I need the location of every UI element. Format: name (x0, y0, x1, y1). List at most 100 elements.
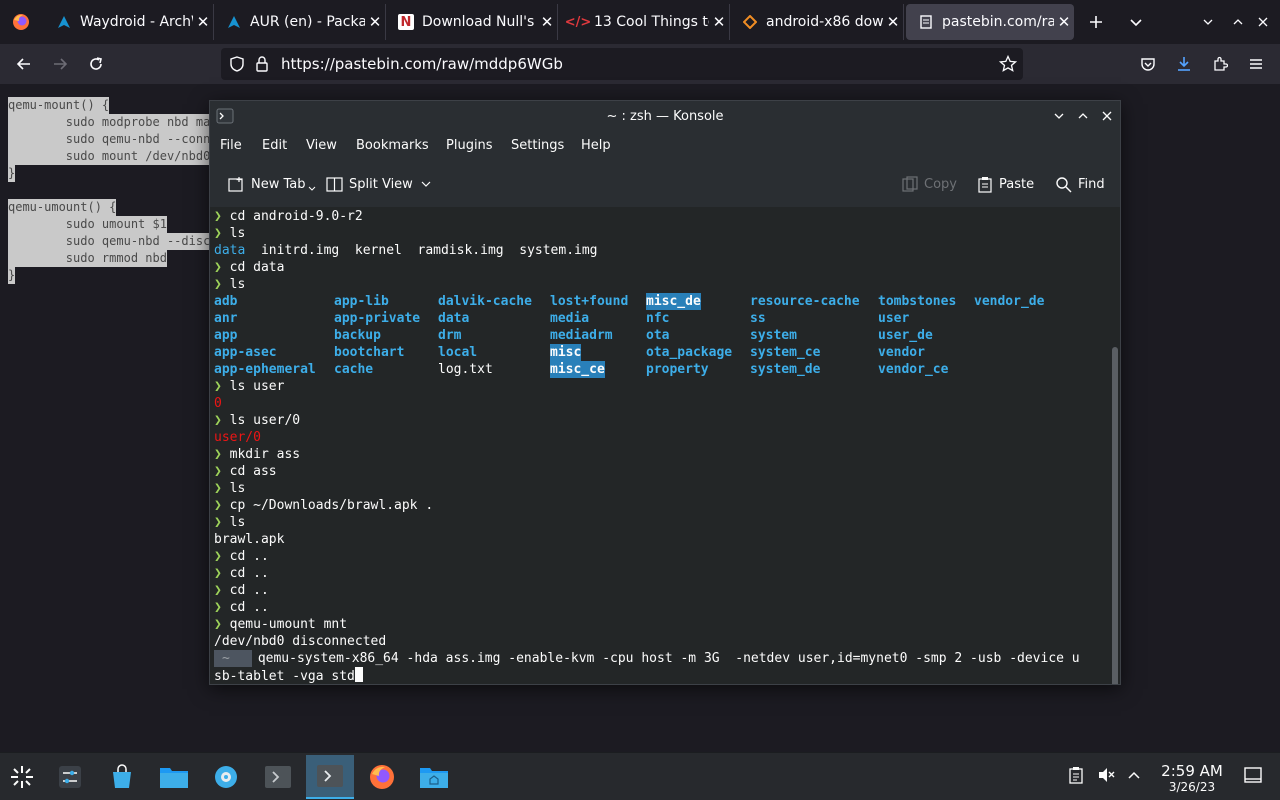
terminal-app-icon[interactable] (216, 107, 234, 129)
browser-tab[interactable]: Waydroid - ArchWi ✕ (44, 4, 214, 40)
browser-tab[interactable]: android-x86 down ✕ (730, 4, 904, 40)
dir-entry: adb (214, 294, 238, 309)
system-settings-icon[interactable] (204, 755, 248, 799)
dir-entry: app-ephemeral (214, 362, 316, 377)
discover-store-icon[interactable] (100, 755, 144, 799)
dir-entry: user (878, 311, 910, 326)
minimize-icon[interactable] (1049, 106, 1069, 126)
menu-bookmarks[interactable]: Bookmarks (356, 131, 429, 161)
pocket-icon[interactable] (1132, 48, 1164, 80)
menu-view[interactable]: View (306, 131, 337, 161)
firefox-view-icon[interactable] (0, 0, 42, 44)
list-all-tabs-icon[interactable] (1118, 4, 1154, 40)
clock-date[interactable]: 3/26/23 (1152, 780, 1232, 794)
new-tab-label: New Tab (251, 176, 306, 192)
browser-tab[interactable]: AUR (en) - Package ✕ (214, 4, 386, 40)
browser-tab[interactable]: N Download Null's B ✕ (386, 4, 558, 40)
command-text: cd data (229, 260, 285, 275)
downloads-icon[interactable] (1168, 48, 1200, 80)
menu-edit[interactable]: Edit (262, 131, 287, 161)
dir-entry: media (550, 311, 590, 326)
firefox-task-icon[interactable] (360, 755, 404, 799)
close-icon[interactable] (1097, 106, 1117, 126)
prompt-dir: ~ (222, 651, 230, 666)
terminal-line: ❯ mkdir ass (214, 446, 300, 463)
bookmark-star-icon[interactable] (998, 54, 1018, 77)
find-button[interactable]: Find (1055, 165, 1105, 203)
terminal-line: ❯ cp ~/Downloads/brawl.apk . (214, 497, 433, 514)
file-manager-icon[interactable] (152, 755, 196, 799)
maximize-icon[interactable] (1073, 106, 1093, 126)
browser-tab[interactable]: </> 13 Cool Things to ✕ (558, 4, 730, 40)
paste-line: sudo umount $1 (8, 216, 167, 233)
show-desktop-icon[interactable] (1241, 763, 1265, 787)
terminal-line: sb-tablet -vga std (214, 667, 363, 684)
split-view-button[interactable]: Split View (326, 165, 437, 203)
output-text: /dev/nbd0 disconnected (214, 634, 387, 649)
terminal-output[interactable]: ❯ cd android-9.0-r2 ❯ ls data initrd.img… (210, 207, 1120, 684)
taskbar (0, 752, 1280, 800)
terminal-line: user/0 (214, 429, 261, 446)
terminal-line: ~ qemu-system-x86_64 -hda ass.img -enable… (214, 650, 1080, 667)
dir-entry: vendor (878, 345, 925, 360)
clock-time[interactable]: 2:59 AM (1152, 762, 1232, 780)
konsole-toolbar: New Tab Split View Copy Paste Find (210, 165, 1120, 203)
terminal-line: ❯ ls user (214, 378, 284, 395)
code-icon: </> (564, 14, 592, 30)
extensions-icon[interactable] (1204, 48, 1236, 80)
clipboard-icon[interactable] (1064, 763, 1088, 787)
command-text: cd android-9.0-r2 (229, 209, 363, 224)
dir-entry: drm (438, 328, 462, 343)
terminal-line: brawl.apk (214, 531, 284, 548)
settings-icon[interactable] (48, 755, 92, 799)
forward-icon[interactable] (44, 48, 76, 80)
arch-icon (226, 14, 242, 30)
konsole-titlebar[interactable]: ~ : zsh — Konsole (210, 101, 1120, 131)
url-bar[interactable]: https://pastebin.com/raw/mddp6WGb (221, 48, 1023, 80)
command-text: sb-tablet -vga std (214, 669, 355, 684)
tracking-protection-shield-icon[interactable] (229, 56, 245, 76)
application-launcher-icon[interactable] (0, 755, 44, 799)
search-icon (1056, 176, 1072, 192)
browser-tab-active[interactable]: pastebin.com/raw ✕ (906, 4, 1074, 40)
close-tab-icon[interactable]: ✕ (537, 13, 557, 31)
konsole-task-icon[interactable] (306, 755, 354, 799)
prompt-arrow: ❯ (214, 260, 222, 275)
dir-entry: vendor_de (974, 294, 1045, 309)
volume-muted-icon[interactable] (1094, 763, 1118, 787)
home-folder-icon[interactable] (412, 755, 456, 799)
paste-button[interactable]: Paste (977, 165, 1034, 203)
close-tab-icon[interactable]: ✕ (1054, 13, 1074, 31)
command-text: cd .. (229, 600, 269, 615)
menu-file[interactable]: File (220, 131, 242, 161)
terminal-line: ❯ cd data (214, 259, 284, 276)
menu-help[interactable]: Help (581, 131, 611, 161)
terminal-line: ❯ ls (214, 514, 245, 531)
command-text: ls user (229, 379, 285, 394)
prompt-arrow: ❯ (214, 464, 222, 479)
close-tab-icon[interactable]: ✕ (365, 13, 385, 31)
dir-entry: app (214, 328, 238, 343)
hamburger-menu-icon[interactable] (1240, 48, 1272, 80)
terminal-task-icon[interactable] (256, 755, 300, 799)
copy-button[interactable]: Copy (902, 165, 957, 203)
close-tab-icon[interactable]: ✕ (883, 13, 903, 31)
new-tab-icon[interactable] (1078, 4, 1114, 40)
close-tab-icon[interactable]: ✕ (709, 13, 729, 31)
konsole-menubar: File Edit View Bookmarks Plugins Setting… (210, 131, 1120, 161)
show-hidden-icons-icon[interactable] (1122, 763, 1146, 787)
back-icon[interactable] (8, 48, 40, 80)
arch-icon (56, 14, 72, 30)
menu-plugins[interactable]: Plugins (446, 131, 493, 161)
scrollbar[interactable] (1112, 347, 1118, 684)
tab-label: android-x86 down (766, 14, 883, 30)
lock-icon[interactable] (255, 56, 269, 76)
command-text: ls (229, 277, 246, 292)
tab-label: Waydroid - ArchWi (80, 14, 193, 30)
window-close-icon[interactable] (1248, 4, 1278, 40)
url-text: https://pastebin.com/raw/mddp6WGb (281, 55, 563, 73)
menu-settings[interactable]: Settings (511, 131, 564, 161)
new-tab-button[interactable]: New Tab (228, 165, 322, 203)
close-tab-icon[interactable]: ✕ (193, 13, 213, 31)
reload-icon[interactable] (80, 48, 112, 80)
